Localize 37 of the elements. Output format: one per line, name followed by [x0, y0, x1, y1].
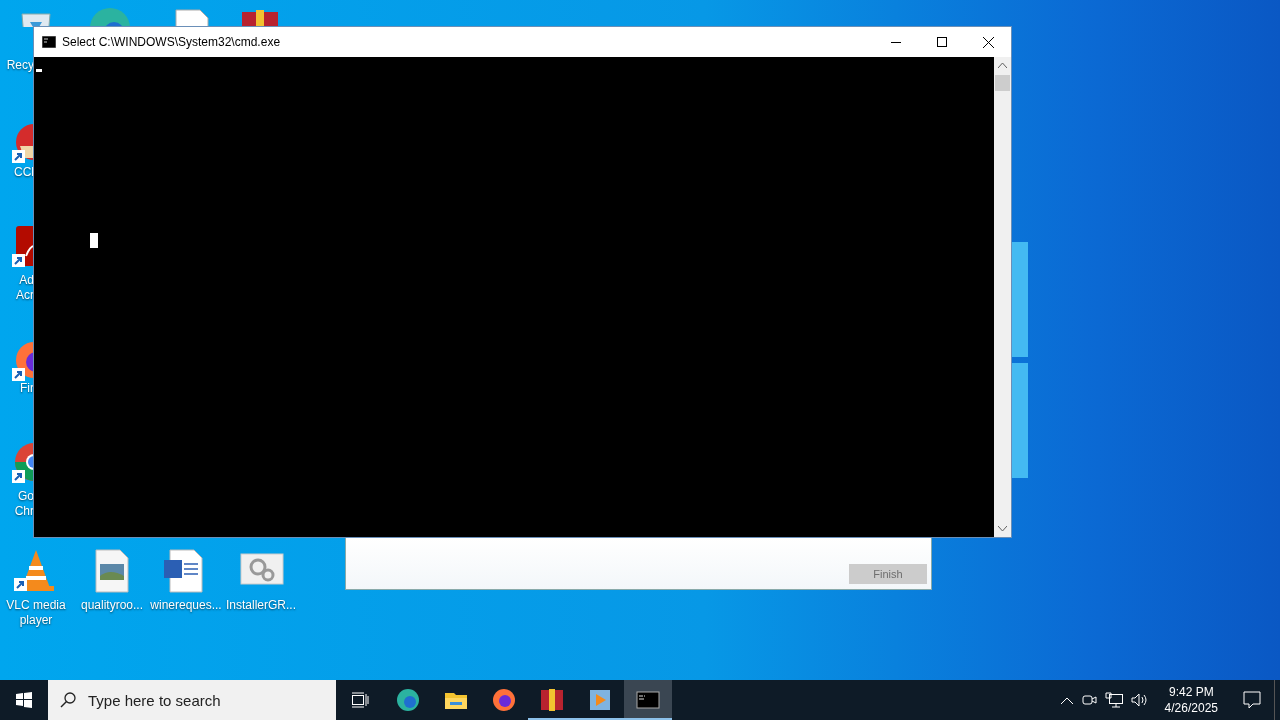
- task-view-icon: [351, 692, 369, 708]
- notification-icon[interactable]: [1243, 691, 1261, 709]
- search-bar[interactable]: Type here to search: [48, 680, 336, 720]
- player-icon: [588, 688, 612, 712]
- desktop-icon-label: winereques...: [149, 598, 223, 613]
- clock-date[interactable]: 4/26/2025: [1164, 700, 1218, 716]
- text-cursor: [36, 69, 42, 72]
- network-icon[interactable]: [1104, 692, 1123, 708]
- desktop-icon-label: Ad Acr: [15, 273, 34, 303]
- desktop-icon-label: VLC media player: [5, 598, 67, 628]
- clock-time[interactable]: 9:42 PM: [1168, 684, 1214, 700]
- chevron-up-icon[interactable]: [1060, 696, 1073, 704]
- scroll-thumb[interactable]: [995, 75, 1010, 91]
- volume-icon[interactable]: [1130, 692, 1149, 708]
- maximize-icon: [937, 37, 947, 47]
- minimize-icon: [891, 41, 901, 43]
- word-file-icon[interactable]: [162, 548, 206, 594]
- camera-icon[interactable]: [1080, 692, 1097, 708]
- scrollbar[interactable]: [994, 57, 1011, 537]
- search-icon: [60, 692, 76, 708]
- desktop-icon-label: qualityroo...: [79, 598, 144, 613]
- archive-icon: [540, 688, 564, 712]
- console-app-icon: [42, 36, 56, 48]
- windows-logo-icon: [16, 692, 32, 708]
- cmd-icon: [636, 688, 660, 712]
- desktop-icon-label: Fir: [19, 381, 34, 396]
- taskbar-app-button[interactable]: [624, 680, 672, 720]
- desktop-icon-label: Go Chr: [13, 489, 34, 519]
- search-input[interactable]: Type here to search: [86, 690, 310, 710]
- scroll-down-icon[interactable]: [998, 526, 1007, 531]
- window-title: Select C:\WINDOWS\System32\cmd.exe: [62, 35, 282, 49]
- desktop-icon-label: Recy: [5, 58, 34, 73]
- close-icon: [982, 36, 994, 48]
- scroll-up-icon[interactable]: [998, 63, 1007, 68]
- desktop-icon-label: InstallerGR...: [225, 598, 297, 613]
- text-cursor: [90, 233, 98, 248]
- desktop-icon-label: CCl: [13, 165, 34, 180]
